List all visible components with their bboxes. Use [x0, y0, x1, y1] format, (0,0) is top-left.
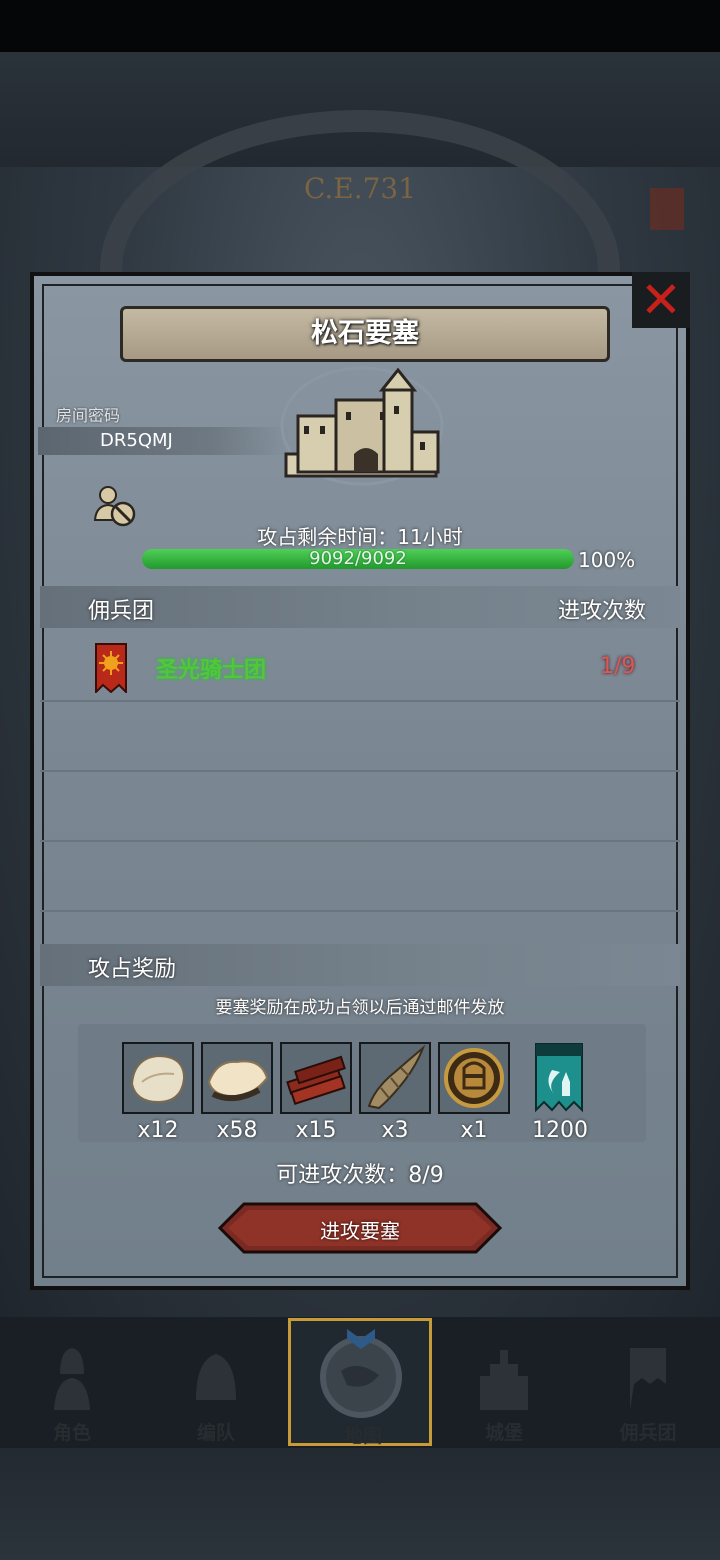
nav-label: 佣兵团 [619, 1422, 677, 1444]
nav-character[interactable]: 角色 [0, 1318, 144, 1446]
nav-formation[interactable]: 编队 [144, 1318, 288, 1446]
guild-attack-count: 1/9 [600, 654, 636, 679]
reward-qty: x15 [295, 1118, 337, 1143]
guild-row[interactable] [40, 630, 680, 702]
guild-row-empty [40, 700, 680, 772]
available-attacks: 可进攻次数：8/9 [276, 1163, 444, 1188]
helmet-squad-icon [196, 1354, 236, 1400]
reward-qty: x1 [460, 1118, 488, 1143]
reward-qty: 1200 [532, 1118, 588, 1143]
status-bar [0, 0, 720, 52]
nav-map[interactable]: 地图 [288, 1318, 432, 1447]
reward-header: 攻占奖励 [88, 957, 177, 982]
castle-tower-icon [480, 1350, 528, 1410]
remaining-time: 攻占剩余时间：11小时 [257, 525, 463, 549]
teal-banner-icon [535, 1043, 583, 1113]
reward-item[interactable] [522, 1042, 594, 1114]
banner-icon [650, 188, 684, 230]
nav-castle[interactable]: 城堡 [432, 1318, 576, 1446]
close-button[interactable]: ✕ [632, 272, 690, 328]
reward-qty: x3 [381, 1118, 409, 1143]
knight-helmet-medal-icon [440, 1044, 508, 1112]
year-label: C.E.731 [303, 172, 417, 205]
guild-row-empty [40, 770, 680, 842]
mercenary-flag-icon [630, 1348, 666, 1410]
knight-icon [54, 1348, 90, 1410]
reward-note: 要塞奖励在成功占领以后通过邮件发放 [215, 998, 505, 1018]
fur-pelt-icon [124, 1044, 192, 1112]
reward-item[interactable] [122, 1042, 194, 1114]
bottom-band [0, 1448, 720, 1560]
attack-fortress-label[interactable]: 进攻要塞 [218, 1215, 502, 1244]
attack-times-header: 进攻次数 [557, 599, 646, 624]
reward-item[interactable] [438, 1042, 510, 1114]
nav-label: 地图 [343, 1425, 382, 1447]
hp-text: 9092/9092 [309, 548, 407, 569]
guild-row-empty [40, 840, 680, 912]
nav-label: 城堡 [484, 1422, 523, 1444]
reward-qty: x58 [216, 1118, 258, 1143]
guild-flag-icon [95, 643, 127, 693]
guild-name: 圣光骑士团 [156, 658, 267, 683]
mercenary-header: 佣兵团 [88, 599, 155, 624]
wool-fleece-icon [203, 1044, 271, 1112]
compass-map-icon [320, 1329, 402, 1418]
room-password-label: 房间密码 [56, 406, 121, 425]
wood-planks-icon [282, 1044, 350, 1112]
hp-percent: 100% [578, 548, 636, 572]
nav-label: 角色 [52, 1422, 91, 1444]
nav-label: 编队 [196, 1422, 235, 1444]
nav-mercenary[interactable]: 佣兵团 [576, 1318, 720, 1446]
room-code[interactable]: DR5QMJ [100, 430, 173, 451]
castle-icon [280, 366, 444, 486]
reward-item[interactable] [280, 1042, 352, 1114]
horn-icon [361, 1044, 429, 1112]
reward-item[interactable] [201, 1042, 273, 1114]
close-icon: ✕ [640, 271, 682, 329]
reward-qty: x12 [137, 1118, 179, 1143]
dialog-title: 松石要塞 [120, 306, 610, 362]
reward-item[interactable] [359, 1042, 431, 1114]
